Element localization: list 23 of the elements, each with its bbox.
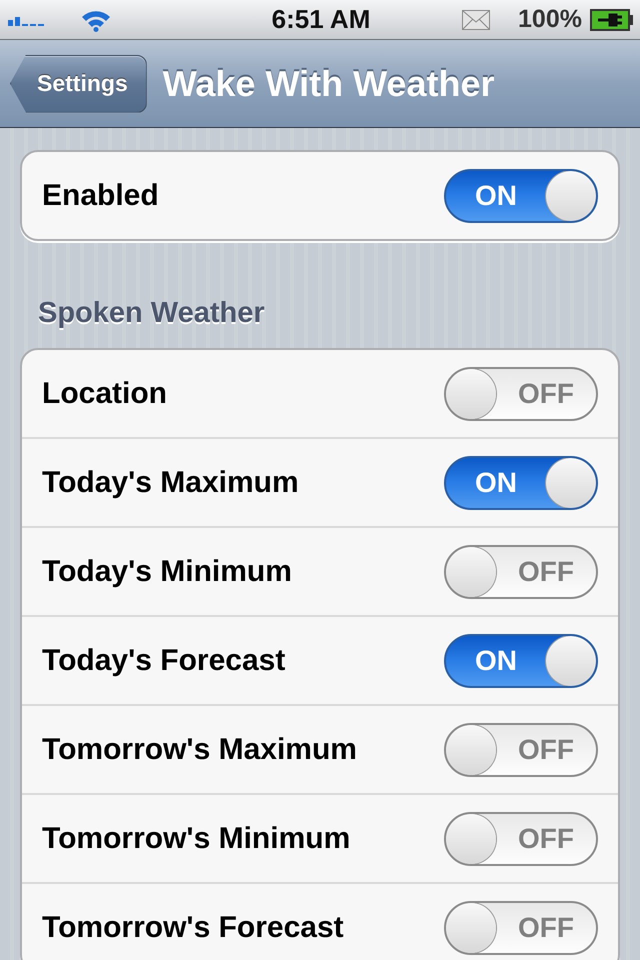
setting-label: Enabled	[42, 178, 159, 212]
toggle-switch[interactable]: OFF	[444, 900, 598, 954]
toggle-switch[interactable]: ON	[444, 634, 598, 688]
nav-title: Wake With Weather	[162, 62, 494, 104]
setting-label: Tomorrow's Minimum	[42, 822, 350, 856]
mail-icon	[462, 10, 490, 30]
setting-label: Tomorrow's Maximum	[42, 732, 357, 766]
setting-label: Location	[42, 376, 167, 410]
setting-label: Today's Minimum	[42, 554, 292, 588]
toggle-switch[interactable]: OFF	[444, 366, 598, 420]
setting-label: Today's Forecast	[42, 644, 286, 678]
status-time: 6:51 AM	[272, 4, 370, 35]
battery-charging-icon	[590, 8, 634, 30]
toggle-switch[interactable]: OFF	[444, 812, 598, 866]
section-header: Spoken Weather	[37, 296, 266, 331]
setting-label: Tomorrow's Forecast	[42, 910, 344, 944]
toggle-switch[interactable]: ON	[444, 456, 598, 510]
toggle-switch[interactable]: OFF	[444, 544, 598, 598]
toggle-switch[interactable]: OFF	[444, 722, 598, 776]
toggle-switch[interactable]: ON	[444, 168, 598, 222]
setting-label: Today's Maximum	[42, 466, 299, 500]
battery-percent: 100%	[518, 5, 582, 34]
back-button[interactable]: Settings	[10, 54, 147, 112]
